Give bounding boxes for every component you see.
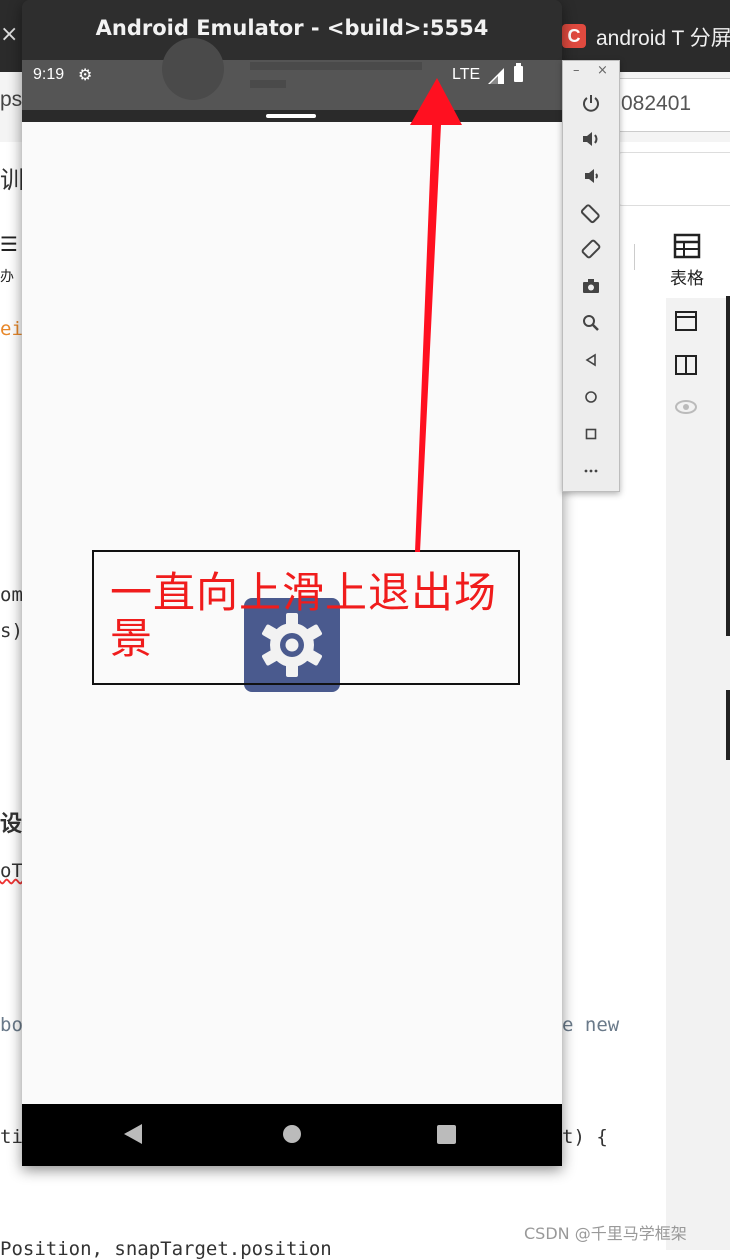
zoom-icon xyxy=(583,315,599,331)
camera-icon xyxy=(583,279,599,293)
panel-scrollbar[interactable] xyxy=(726,296,730,636)
gesture-handle[interactable] xyxy=(266,114,316,118)
emulator-titlebar[interactable]: Android Emulator - <build>:5554 xyxy=(22,0,562,60)
android-status-bar[interactable]: 9:19 ⚙ LTE xyxy=(22,38,562,110)
zoom-button[interactable] xyxy=(579,311,603,335)
more-button[interactable] xyxy=(579,459,603,483)
preview-eye-icon[interactable] xyxy=(674,396,698,418)
notification-placeholder xyxy=(250,80,286,88)
annotation-text: 一直向上滑上退出场景 xyxy=(110,568,498,663)
code-fragment: t) { xyxy=(562,1126,608,1148)
editor-right-panel xyxy=(666,298,730,1250)
home-circle-icon[interactable] xyxy=(283,1125,301,1143)
code-fragment: Position, snapTarget.position xyxy=(0,1238,332,1260)
home-icon xyxy=(585,391,597,403)
code-fragment: oT xyxy=(0,860,23,882)
volume-up-icon xyxy=(583,132,598,146)
url-text: 082401 xyxy=(621,92,692,115)
toolbar-left-label: 办 xyxy=(0,269,14,285)
home-button[interactable] xyxy=(579,385,603,409)
code-fragment: ti xyxy=(0,1126,23,1148)
notification-placeholder xyxy=(250,62,422,70)
back-icon xyxy=(585,353,596,367)
battery-icon xyxy=(514,63,523,82)
rotate-right-icon xyxy=(581,239,601,259)
settings-gear-icon: ⚙ xyxy=(78,65,93,84)
power-button[interactable] xyxy=(579,91,603,115)
url-field[interactable]: 082401 xyxy=(606,78,730,132)
code-fragment: e new xyxy=(562,1014,620,1036)
back-button[interactable] xyxy=(579,348,603,372)
gesture-handle-strip xyxy=(22,110,562,122)
panel-scrollbar-2[interactable] xyxy=(726,690,730,760)
toolbar-separator xyxy=(634,244,635,270)
recents-square-icon[interactable] xyxy=(437,1125,456,1144)
android-nav-bar xyxy=(22,1104,562,1166)
emulator-title: Android Emulator - <build>:5554 xyxy=(95,16,489,40)
rotate-right-button[interactable] xyxy=(579,237,603,261)
signal-icon xyxy=(488,68,504,84)
csdn-watermark: CSDN @千里马学框架 xyxy=(524,1224,687,1243)
back-triangle-icon[interactable] xyxy=(124,1124,142,1144)
volume-down-button[interactable] xyxy=(579,164,603,188)
layout-single-icon[interactable] xyxy=(674,310,698,332)
toolbar-close-button[interactable]: × xyxy=(597,63,608,78)
camera-cutout xyxy=(162,38,224,100)
table-icon[interactable] xyxy=(672,232,702,262)
menu-icon[interactable]: ☰ xyxy=(0,232,18,256)
android-screen[interactable]: 一直向上滑上退出场景 xyxy=(22,122,562,1104)
host-close-icon[interactable]: × xyxy=(0,22,18,47)
emulator-window: Android Emulator - <build>:5554 9:19 ⚙ L… xyxy=(22,0,562,1166)
overview-icon xyxy=(585,428,597,440)
more-icon xyxy=(584,469,598,473)
annotation-box: 一直向上滑上退出场景 xyxy=(92,550,520,685)
network-label: LTE xyxy=(452,66,481,83)
status-time: 9:19 xyxy=(33,66,65,83)
volume-down-icon xyxy=(585,169,598,183)
emulator-side-toolbar: – × xyxy=(562,60,620,492)
volume-up-button[interactable] xyxy=(579,127,603,151)
overview-button[interactable] xyxy=(579,422,603,446)
code-fragment: bo xyxy=(0,1014,23,1036)
url-left-fragment: ps xyxy=(0,88,23,111)
toolbar-minimize-button[interactable]: – xyxy=(573,63,580,78)
rotate-left-button[interactable] xyxy=(579,201,603,225)
code-fragment: s) xyxy=(0,620,23,642)
code-fragment: ei xyxy=(0,318,23,340)
browser-tab-title[interactable]: android T 分屏 xyxy=(596,22,730,52)
power-icon xyxy=(583,95,599,112)
csdn-tab-icon: C xyxy=(562,24,586,48)
layout-split-icon[interactable] xyxy=(674,354,698,376)
rotate-left-icon xyxy=(580,204,600,224)
table-label: 表格 xyxy=(670,269,704,289)
screenshot-button[interactable] xyxy=(579,274,603,298)
row2-input[interactable] xyxy=(616,152,730,206)
